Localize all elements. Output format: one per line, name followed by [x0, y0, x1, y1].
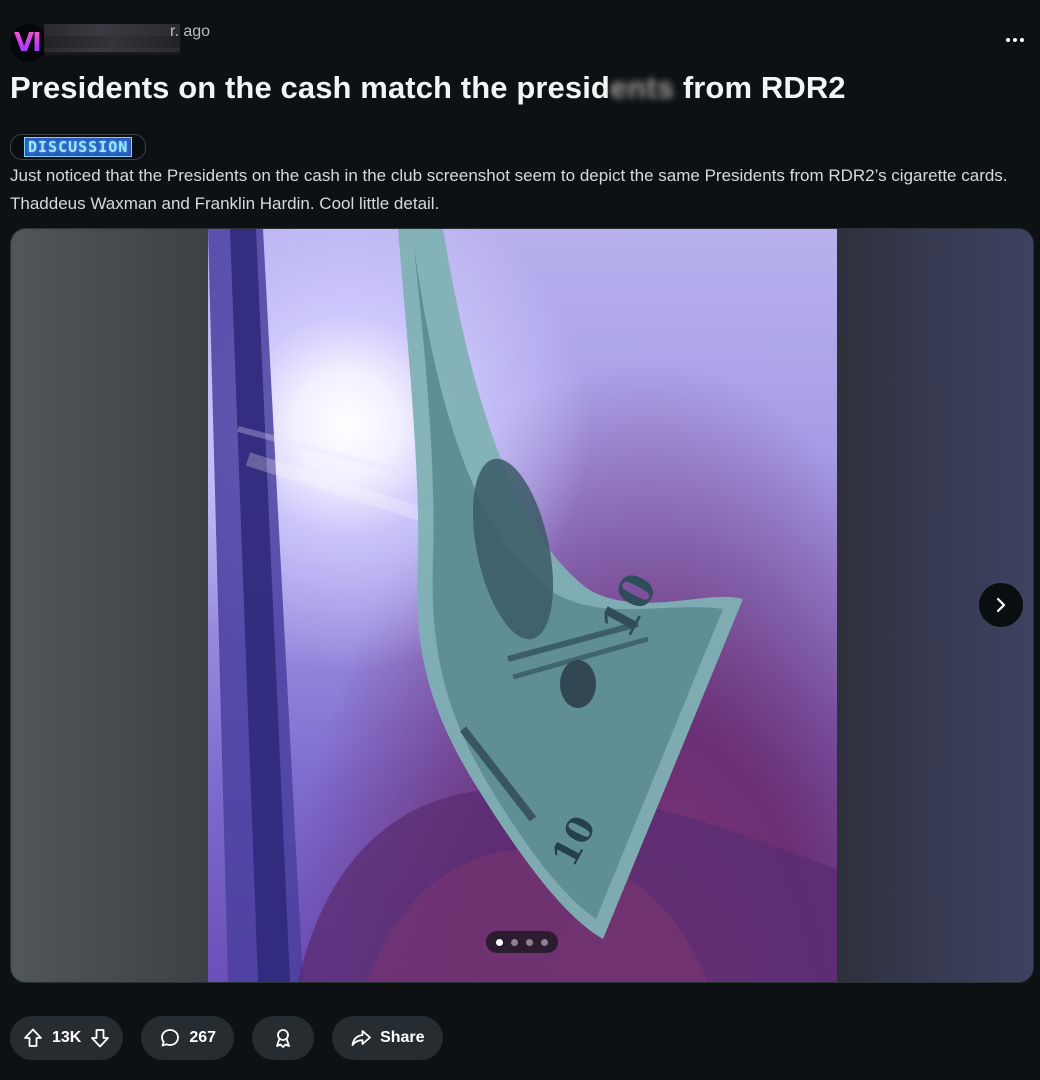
post-title-start: Presidents on the cash match the presid	[10, 70, 610, 105]
pager-dot-4[interactable]	[541, 938, 548, 946]
share-button[interactable]: Share	[332, 1016, 443, 1060]
blurred-title-fragment: ents	[609, 70, 675, 105]
image-gallery[interactable]: 10 10	[10, 228, 1034, 983]
flair-label: DISCUSSION	[23, 137, 133, 157]
more-dots-icon	[1006, 38, 1010, 42]
post-flair[interactable]: DISCUSSION	[10, 134, 147, 160]
community-avatar[interactable]: VI	[10, 24, 48, 62]
more-options-button[interactable]	[1000, 28, 1030, 52]
gallery-image[interactable]: 10 10	[208, 229, 837, 982]
comment-bubble-icon	[161, 1029, 180, 1047]
post-actions-bar: 13K 267 Share	[10, 1016, 443, 1060]
pager-dot-3[interactable]	[526, 938, 533, 946]
post-header: VI r. ago	[10, 18, 1030, 64]
downvote-arrow-icon	[91, 1029, 110, 1048]
chevron-right-icon	[996, 597, 1006, 613]
comment-count: 267	[189, 1029, 217, 1046]
comments-button[interactable]: 267	[141, 1016, 235, 1060]
vote-control: 13K	[10, 1016, 124, 1060]
post-body-text: Just noticed that the Presidents on the …	[10, 166, 1008, 213]
post-title-end: from RDR2	[682, 70, 846, 105]
money-photo-illustration: 10 10	[208, 229, 837, 982]
redacted-community-name	[44, 24, 180, 55]
upvote-arrow-icon	[24, 1028, 42, 1047]
upvote-button[interactable]	[20, 1025, 46, 1051]
award-icon	[276, 1029, 290, 1048]
share-arrow-icon	[351, 1030, 371, 1046]
vote-count: 13K	[52, 1029, 82, 1046]
share-label: Share	[380, 1029, 425, 1046]
downvote-button[interactable]	[87, 1025, 113, 1051]
post-title[interactable]: Presidents on the cash match the preside…	[10, 70, 1010, 106]
post-card: VI r. ago Presidents on the cash match t…	[0, 0, 1040, 1080]
post-timestamp: r. ago	[170, 23, 211, 40]
next-image-button[interactable]	[979, 583, 1023, 627]
avatar-logo: VI	[14, 28, 42, 58]
gallery-blur-left	[11, 229, 209, 982]
award-button[interactable]	[252, 1016, 315, 1060]
gallery-pager	[486, 931, 558, 953]
pager-dot-1[interactable]	[496, 938, 503, 946]
pager-dot-2[interactable]	[511, 938, 518, 946]
